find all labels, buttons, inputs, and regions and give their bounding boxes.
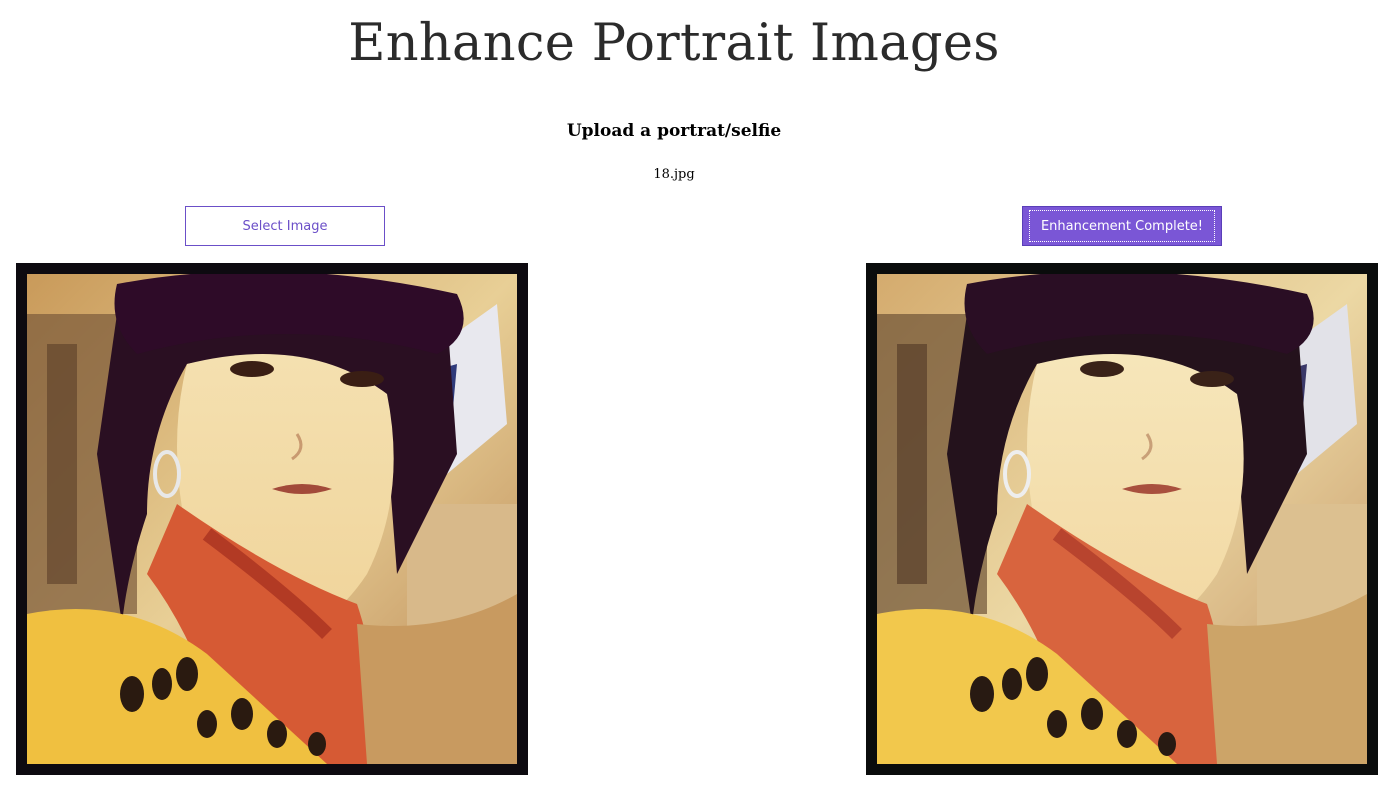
- enhanced-portrait-graphic: [877, 274, 1367, 764]
- upload-prompt: Upload a portrat/selfie: [566, 121, 782, 141]
- original-image: [16, 263, 528, 775]
- page-title: Enhance Portrait Images: [348, 14, 1000, 73]
- select-image-button[interactable]: Select Image: [185, 206, 385, 246]
- enhanced-image: [866, 263, 1378, 775]
- selected-filename: 18.jpg: [653, 167, 695, 182]
- enhance-button[interactable]: Enhancement Complete!: [1022, 206, 1222, 246]
- enhance-button-label: Enhancement Complete!: [1040, 218, 1204, 234]
- select-image-button-label: Select Image: [242, 218, 328, 234]
- original-portrait-graphic: [27, 274, 517, 764]
